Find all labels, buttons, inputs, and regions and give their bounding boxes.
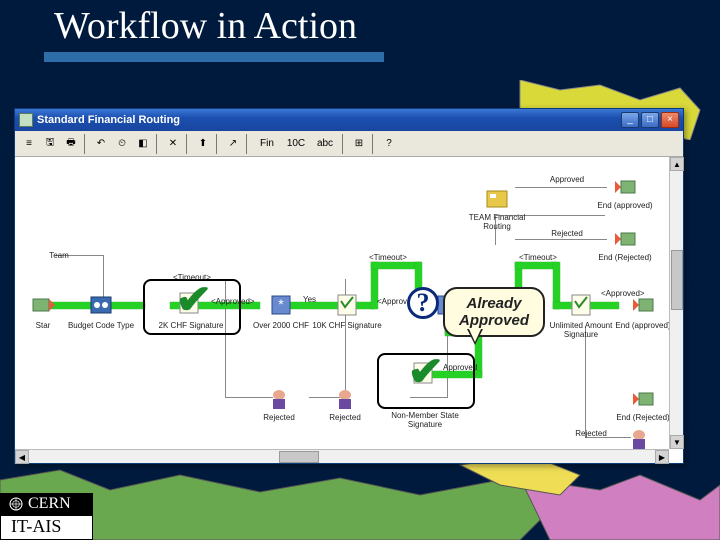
- tb-up-icon[interactable]: ⬆: [193, 134, 213, 154]
- cern-logo-icon: [8, 496, 24, 512]
- diagram-canvas[interactable]: Star Budget Code Type Team 2K CHF Signat…: [15, 157, 683, 449]
- label-end-rejected: End (Rejected): [598, 253, 651, 262]
- tb-help-icon[interactable]: ?: [379, 134, 399, 154]
- scroll-thumb[interactable]: [279, 451, 319, 463]
- node-end-approved-right[interactable]: [629, 291, 657, 319]
- scroll-thumb[interactable]: [671, 250, 683, 310]
- edge-timeout-2: <Timeout>: [369, 253, 407, 262]
- scroll-left-icon[interactable]: ◀: [15, 450, 29, 464]
- edge-yes-1: Yes: [303, 295, 316, 304]
- label-nonmember: Non-Member State Signature: [391, 411, 459, 429]
- label-10k-sig: 10K CHF Signature: [312, 321, 381, 330]
- tb-sep: [342, 134, 346, 154]
- label-unlimited: Unlimited Amount Signature: [550, 321, 613, 339]
- tb-sep: [372, 134, 376, 154]
- tb-sep: [156, 134, 160, 154]
- label-teamfin: TEAM Financial Routing: [469, 213, 525, 231]
- horizontal-scrollbar[interactable]: ◀ ▶: [15, 449, 669, 463]
- tb-clock-icon[interactable]: ⏲: [112, 134, 132, 154]
- node-end-rejected-bottom[interactable]: [629, 385, 657, 413]
- vertical-scrollbar[interactable]: ▲ ▼: [669, 157, 683, 449]
- callout-tail: [467, 329, 483, 345]
- tb-save-icon[interactable]: 🖫: [40, 134, 60, 154]
- slide-title: Workflow in Action: [54, 4, 357, 48]
- node-rejected-right[interactable]: [625, 425, 653, 449]
- label-end-rejected2: End (Rejected): [616, 413, 669, 422]
- tb-sep: [246, 134, 250, 154]
- edge-approved-nm: Approved: [443, 363, 477, 372]
- label-over2000: Over 2000 CHF: [253, 321, 309, 330]
- tb-grid-icon[interactable]: ⊞: [349, 134, 369, 154]
- node-rejected-2[interactable]: [331, 385, 359, 413]
- titlebar[interactable]: Standard Financial Routing _ □ ×: [15, 109, 683, 131]
- node-budget-code-type[interactable]: [87, 291, 115, 319]
- tb-sep: [216, 134, 220, 154]
- node-end-approved-top[interactable]: [611, 173, 639, 201]
- footer: CERN IT-AIS: [0, 493, 93, 540]
- checkmark-icon: ✔: [175, 277, 212, 323]
- tb-print-icon[interactable]: 🖶: [61, 134, 81, 154]
- footer-cern-text: CERN: [28, 495, 71, 513]
- label-rejected-right: Rejected: [575, 429, 607, 438]
- tb-delete-icon[interactable]: ✕: [163, 134, 183, 154]
- node-team-financial-routing[interactable]: [483, 185, 511, 213]
- svg-text:*: *: [278, 296, 284, 312]
- scroll-down-icon[interactable]: ▼: [670, 435, 684, 449]
- label-rejected-1: Rejected: [263, 413, 295, 422]
- label-team: Team: [49, 251, 69, 260]
- maximize-button[interactable]: □: [641, 112, 659, 128]
- tb-new-icon[interactable]: ≡: [19, 134, 39, 154]
- tb-sep: [84, 134, 88, 154]
- label-rejected-2: Rejected: [329, 413, 361, 422]
- node-rejected-1[interactable]: [265, 385, 293, 413]
- label-rejected-top: Rejected: [551, 229, 583, 238]
- callout-line2: Approved: [459, 312, 529, 329]
- node-unlimited-signature[interactable]: [567, 291, 595, 319]
- node-10k-signature[interactable]: [333, 291, 361, 319]
- label-budget: Budget Code Type: [68, 321, 134, 330]
- title-underline: [44, 52, 384, 62]
- node-start[interactable]: [29, 291, 57, 319]
- edge-timeout-3: <Timeout>: [519, 253, 557, 262]
- toolbar: ≡ 🖫 🖶 ↶ ⏲ ◧ ✕ ⬆ ↗ Fin 10C abc ⊞ ?: [15, 131, 683, 157]
- close-button[interactable]: ×: [661, 112, 679, 128]
- question-icon: ?: [407, 287, 439, 319]
- tb-link-icon[interactable]: ↗: [223, 134, 243, 154]
- scroll-right-icon[interactable]: ▶: [655, 450, 669, 464]
- app-icon: [19, 113, 33, 127]
- callout-already-approved: Already Approved: [443, 287, 545, 337]
- label-approved-top: Approved: [550, 175, 584, 184]
- footer-cern: CERN: [0, 493, 93, 515]
- tb-sep: [186, 134, 190, 154]
- tb-panel-icon[interactable]: ◧: [133, 134, 153, 154]
- label-start: Star: [36, 321, 51, 330]
- label-end-approved2: End (approved): [615, 321, 670, 330]
- tb-abc-button[interactable]: abc: [311, 134, 339, 154]
- checkmark-icon: ✔: [407, 349, 444, 395]
- node-over-2000[interactable]: *: [267, 291, 295, 319]
- tb-10c-button[interactable]: 10C: [282, 134, 310, 154]
- callout-line1: Already: [466, 295, 521, 312]
- tb-fin-button[interactable]: Fin: [253, 134, 281, 154]
- footer-dept: IT-AIS: [0, 515, 93, 540]
- window-title: Standard Financial Routing: [37, 114, 621, 126]
- app-window: Standard Financial Routing _ □ × ≡ 🖫 🖶 ↶…: [14, 108, 684, 464]
- node-end-rejected-top[interactable]: [611, 225, 639, 253]
- label-end-approved: End (approved): [597, 201, 652, 210]
- scroll-up-icon[interactable]: ▲: [670, 157, 684, 171]
- edge-approved-1: <Approved>: [211, 297, 255, 306]
- tb-undo-icon[interactable]: ↶: [91, 134, 111, 154]
- minimize-button[interactable]: _: [621, 112, 639, 128]
